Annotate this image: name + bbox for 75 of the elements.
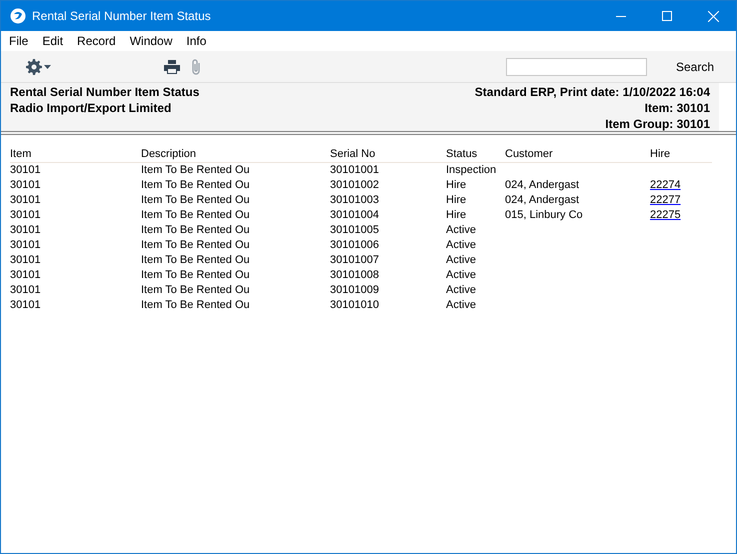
- description-cell-text: Item To Be Rented Ou: [141, 298, 251, 313]
- report-title: Rental Serial Number Item Status: [10, 84, 200, 100]
- menu-item[interactable]: Edit: [35, 32, 70, 50]
- app-logo-icon: [10, 8, 26, 24]
- attachment-button[interactable]: [190, 58, 202, 74]
- caret-icon: [44, 64, 51, 68]
- serial-number-cell-text: 30101004: [330, 208, 380, 223]
- status-cell-text: Hire: [446, 208, 468, 223]
- hire-link[interactable]: 22277: [650, 194, 681, 206]
- status-cell-text: Hire: [446, 178, 468, 193]
- customer-cell: 024, Andergast: [505, 179, 580, 191]
- company-name: Radio Import/Export Limited: [10, 100, 172, 116]
- settings-icon: [26, 58, 42, 74]
- description-cell-text: Item To Be Rented Ou: [141, 253, 251, 268]
- description-cell-text: Item To Be Rented Ou: [141, 283, 251, 298]
- status-cell-text: Active: [446, 238, 477, 253]
- printer-icon: [164, 60, 180, 74]
- customer-cell: 015, Linbury Co: [505, 209, 583, 221]
- menu-item[interactable]: Window: [122, 32, 180, 50]
- serial-number-cell-text: 30101010: [330, 298, 380, 313]
- serial-number-cell-text: 30101003: [330, 193, 380, 208]
- close-icon: [708, 10, 718, 22]
- status-cell-text: Active: [446, 223, 477, 238]
- status-cell-text: Hire: [446, 193, 468, 208]
- menu-item[interactable]: File: [2, 32, 36, 50]
- item-group-filter: Item Group: 30101: [605, 116, 710, 132]
- description-cell-text: Item To Be Rented Ou: [141, 238, 251, 253]
- status-cell-text: Active: [446, 283, 477, 298]
- description-cell-text: Item To Be Rented Ou: [141, 163, 251, 178]
- column-header: Serial No: [330, 147, 376, 162]
- serial-number-cell-text: 30101005: [330, 223, 380, 238]
- serial-number-cell-text: 30101001: [330, 163, 380, 178]
- window-title: Rental Serial Number Item Status: [32, 8, 211, 25]
- column-header: Customer: [505, 147, 554, 162]
- paperclip-icon: [190, 58, 202, 74]
- serial-number-cell-text: 30101007: [330, 253, 380, 268]
- description-cell-text: Item To Be Rented Ou: [141, 178, 251, 193]
- status-cell-text: Inspection: [446, 163, 498, 178]
- search-field[interactable]: [506, 58, 647, 76]
- item-cell-text: 30101: [10, 163, 42, 178]
- serial-number-cell-text: 30101006: [330, 238, 380, 253]
- customer-cell: 024, Andergast: [505, 194, 580, 206]
- item-cell-text: 30101: [10, 223, 42, 238]
- column-header: Status: [446, 147, 478, 162]
- description-cell-text: Item To Be Rented Ou: [141, 223, 251, 238]
- status-cell-text: Active: [446, 298, 477, 313]
- settings-menu-button[interactable]: [26, 58, 51, 74]
- item-cell-text: 30101: [10, 283, 42, 298]
- item-cell-text: 30101: [10, 253, 42, 268]
- item-cell-text: 30101: [10, 178, 42, 193]
- search-button[interactable]: Search: [676, 58, 714, 76]
- status-cell-text: Active: [446, 268, 477, 283]
- print-info: Standard ERP, Print date: 1/10/2022 16:04: [474, 84, 710, 100]
- item-cell-text: 30101: [10, 268, 42, 283]
- column-header: Hire: [650, 147, 672, 162]
- hire-link[interactable]: 22275: [650, 209, 681, 221]
- print-button[interactable]: [164, 60, 180, 74]
- menu-item[interactable]: Info: [179, 32, 214, 50]
- serial-number-cell-text: 30101008: [330, 268, 380, 283]
- item-cell-text: 30101: [10, 193, 42, 208]
- description-cell-text: Item To Be Rented Ou: [141, 193, 251, 208]
- description-cell-text: Item To Be Rented Ou: [141, 268, 251, 283]
- hire-link[interactable]: 22274: [650, 179, 681, 191]
- description-cell-text: Item To Be Rented Ou: [141, 208, 251, 223]
- serial-number-cell-text: 30101002: [330, 178, 380, 193]
- column-header: Description: [141, 147, 198, 162]
- item-filter: Item: 30101: [644, 100, 710, 116]
- column-header: Item: [10, 147, 32, 162]
- item-cell-text: 30101: [10, 238, 42, 253]
- menu-item[interactable]: Record: [70, 32, 123, 50]
- item-cell-text: 30101: [10, 298, 42, 313]
- serial-number-cell-text: 30101009: [330, 283, 380, 298]
- item-cell-text: 30101: [10, 208, 42, 223]
- status-cell-text: Active: [446, 253, 477, 268]
- maximize-icon: [662, 11, 672, 21]
